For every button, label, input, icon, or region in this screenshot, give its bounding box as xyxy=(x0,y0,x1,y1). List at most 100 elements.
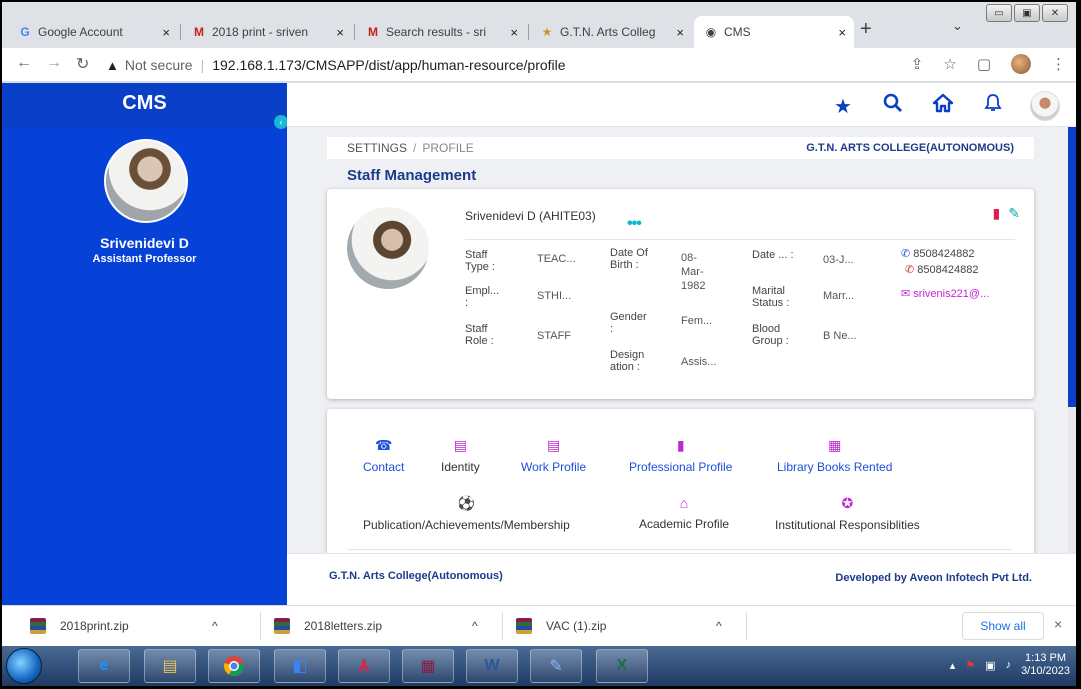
scrollbar-thumb[interactable] xyxy=(1068,127,1076,407)
user-avatar[interactable] xyxy=(1030,91,1060,121)
book-icon: ▦ xyxy=(828,437,842,453)
warning-icon[interactable]: ▲ xyxy=(106,58,119,73)
nav-library-books-label: Library Books Rented xyxy=(777,460,893,474)
nav-professional-profile[interactable]: ▮ Professional Profile xyxy=(629,437,732,474)
more-options-icon[interactable]: ••• xyxy=(627,215,642,233)
gmail-icon: M xyxy=(194,25,204,39)
tab-search-icon[interactable]: ⌄ xyxy=(952,18,963,34)
topbar-icons: ★ xyxy=(830,91,1060,121)
outlook-icon[interactable]: ◧ xyxy=(274,649,326,683)
back-icon[interactable]: ← xyxy=(16,54,32,72)
clock[interactable]: 1:13 PM 3/10/2023 xyxy=(1021,652,1070,678)
email-value[interactable]: srivenis221@... xyxy=(913,288,989,300)
search-icon[interactable] xyxy=(880,93,906,119)
breadcrumb-profile: PROFILE xyxy=(422,141,474,155)
acrobat-icon[interactable]: ⅄ xyxy=(338,649,390,683)
chevron-up-icon[interactable]: ^ xyxy=(212,614,218,638)
internet-explorer-icon[interactable]: e xyxy=(78,649,130,683)
date-label: Date ... : xyxy=(752,249,794,261)
network-icon[interactable]: ▣ xyxy=(985,659,995,672)
close-window-icon[interactable]: ✕ xyxy=(1042,4,1068,22)
breadcrumb-settings[interactable]: SETTINGS xyxy=(347,141,407,155)
sidebar-avatar xyxy=(104,139,188,223)
not-secure-label[interactable]: Not secure xyxy=(125,57,193,73)
winrar-icon[interactable]: ▦ xyxy=(402,649,454,683)
volume-icon[interactable]: ♪ xyxy=(1006,659,1012,671)
marital-status-label: Marital Status : xyxy=(752,285,790,309)
document-icon: ▮ xyxy=(676,437,685,453)
tab-gtn-arts[interactable]: ★ G.T.N. Arts Colleg × xyxy=(530,16,692,48)
nav-identity[interactable]: ▤ Identity xyxy=(441,437,480,474)
close-icon[interactable]: × xyxy=(510,25,518,40)
tab-2018-print[interactable]: M 2018 print - sriven × xyxy=(182,16,352,48)
phone-secondary: ✆ 8508424882 xyxy=(905,263,978,276)
tab-cms[interactable]: ◉ CMS × xyxy=(694,16,854,48)
chevron-up-icon[interactable]: ^ xyxy=(716,614,722,638)
tab-divider xyxy=(528,24,529,40)
maximize-icon[interactable]: ▣ xyxy=(1014,4,1040,22)
document-icon[interactable]: ▮ xyxy=(993,205,1001,222)
reload-icon[interactable]: ↻ xyxy=(76,54,89,74)
profile-avatar-icon[interactable] xyxy=(1011,54,1031,74)
designation-value: Assis... xyxy=(681,356,717,368)
designation-label: Design ation : xyxy=(610,349,645,373)
staff-photo xyxy=(347,207,429,289)
nav-contact[interactable]: ☎ Contact xyxy=(363,437,404,474)
excel-icon[interactable]: X xyxy=(596,649,648,683)
menu-icon[interactable]: ⋮ xyxy=(1051,55,1066,73)
content-scrollbar[interactable] xyxy=(1068,127,1076,553)
chrome-icon[interactable] xyxy=(208,649,260,683)
start-button[interactable] xyxy=(6,648,42,684)
url-text[interactable]: 192.168.1.173/CMSAPP/dist/app/human-reso… xyxy=(212,57,565,73)
forward-icon[interactable]: → xyxy=(46,54,62,72)
close-icon[interactable]: × xyxy=(162,25,170,40)
phone-icon: ☎ xyxy=(374,437,393,453)
download-item-1[interactable]: 2018print.zip xyxy=(30,614,129,638)
divider xyxy=(746,612,747,640)
dob-value: 08-Mar-1982 xyxy=(681,252,706,292)
dob-label: Date Of Birth : xyxy=(610,247,648,271)
system-tray: ▴ ⚑ ▣ ♪ 1:13 PM 3/10/2023 xyxy=(950,652,1070,678)
tab-divider xyxy=(180,24,181,40)
download-item-2[interactable]: 2018letters.zip xyxy=(274,614,382,638)
share-icon[interactable]: ⇪ xyxy=(911,55,924,73)
side-panel-icon[interactable]: ▢ xyxy=(977,55,991,73)
collapse-sidebar-icon[interactable]: ‹ xyxy=(274,115,288,129)
folder-icon[interactable]: ▤ xyxy=(144,649,196,683)
close-icon[interactable]: × xyxy=(676,25,684,40)
close-icon[interactable]: × xyxy=(336,25,344,40)
show-all-button[interactable]: Show all xyxy=(962,612,1044,640)
nav-academic-profile[interactable]: ⌂ Academic Profile xyxy=(639,495,729,531)
chevron-up-icon[interactable]: ^ xyxy=(472,614,478,638)
address-bar[interactable]: ▲ Not secure | 192.168.1.173/CMSAPP/dist… xyxy=(106,52,866,78)
nav-work-profile[interactable]: ▤ Work Profile xyxy=(521,437,586,474)
close-icon[interactable]: × xyxy=(838,25,846,40)
paint-icon[interactable]: ✎ xyxy=(530,649,582,683)
action-center-icon[interactable]: ⚑ xyxy=(965,659,975,672)
tab-divider xyxy=(354,24,355,40)
edit-pencil-icon[interactable]: ✎ xyxy=(1008,205,1020,222)
nav-library-books[interactable]: ▦ Library Books Rented xyxy=(777,437,892,474)
id-card-icon: ▤ xyxy=(453,437,467,453)
download-item-3[interactable]: VAC (1).zip xyxy=(516,614,606,638)
home-icon[interactable] xyxy=(930,93,956,119)
archive-icon xyxy=(516,618,532,634)
staff-role-value: STAFF xyxy=(537,330,572,342)
word-icon[interactable]: W xyxy=(466,649,518,683)
phone-primary: ✆ 8508424882 xyxy=(901,247,974,260)
nav-institutional[interactable]: ✪ Institutional Responsiblities xyxy=(775,495,920,532)
bell-icon[interactable] xyxy=(980,93,1006,119)
bookmark-star-icon[interactable]: ☆ xyxy=(943,55,956,73)
tray-expand-icon[interactable]: ▴ xyxy=(950,659,956,672)
nav-publication[interactable]: ⚽ Publication/Achievements/Membership xyxy=(363,495,570,532)
close-downloads-icon[interactable]: × xyxy=(1054,616,1062,632)
tab-google-account[interactable]: G Google Account × xyxy=(8,16,178,48)
breadcrumb-separator: / xyxy=(413,141,417,155)
minimize-icon[interactable]: ▭ xyxy=(986,4,1012,22)
star-icon[interactable]: ★ xyxy=(830,94,856,119)
employment-value: STHI... xyxy=(537,290,572,302)
tab-search-results[interactable]: M Search results - sri × xyxy=(356,16,526,48)
staff-type-label: Staff Type : xyxy=(465,249,495,273)
new-tab-icon[interactable]: + xyxy=(860,18,872,41)
brand-title[interactable]: CMS xyxy=(2,83,287,127)
